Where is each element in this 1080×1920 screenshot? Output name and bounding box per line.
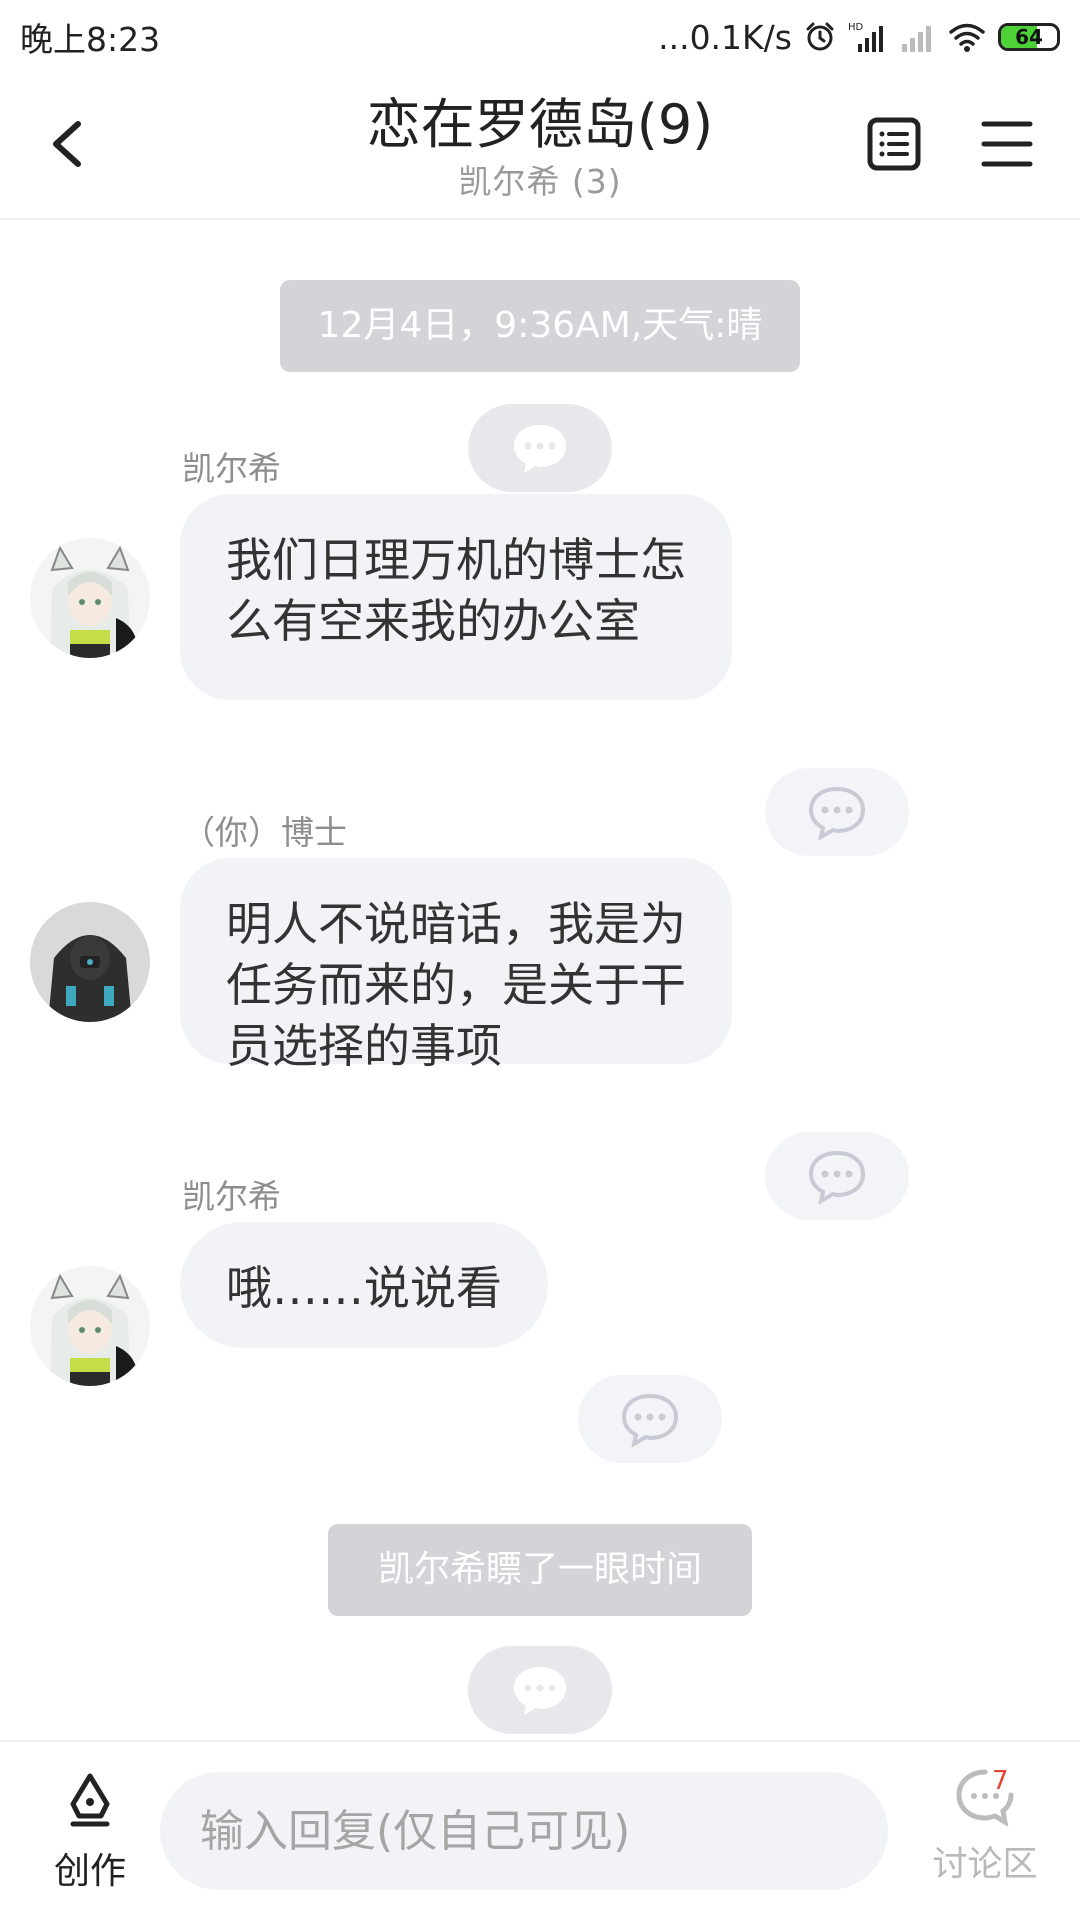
discussion-count-badge: 7 [992, 1766, 1009, 1796]
create-label: 创作 [53, 1851, 126, 1892]
avatar-doctor[interactable] [30, 902, 150, 1022]
page-subtitle: 凯尔希 (3) [458, 162, 622, 201]
avatar-kaltsit[interactable] [30, 538, 150, 658]
avatar-image [30, 902, 150, 1022]
status-left: 晚上8:23 [20, 13, 160, 61]
create-button[interactable]: 创作 [40, 1772, 140, 1902]
back-arrow-icon [53, 121, 81, 167]
back-button[interactable] [40, 114, 100, 174]
comment-button[interactable] [468, 1646, 612, 1734]
chat-area[interactable]: 12月4日，9:36AM,天气:晴 凯尔希 我们日理万机的博士怎么有空来我的办公… [0, 220, 1080, 1740]
sender-name: 凯尔希 [182, 1177, 281, 1216]
system-message-time: 12月4日，9:36AM,天气:晴 [280, 280, 800, 372]
menu-button[interactable] [980, 118, 1036, 170]
message-bubble[interactable]: 我们日理万机的博士怎么有空来我的办公室 [180, 494, 732, 700]
system-message-narration: 凯尔希瞟了一眼时间 [328, 1524, 752, 1616]
message-bubble[interactable]: 哦……说说看 [180, 1222, 548, 1348]
comment-icon [621, 1393, 679, 1447]
battery-level: 64 [1015, 25, 1043, 49]
message-comment-button[interactable] [765, 1132, 909, 1220]
sender-name: 凯尔希 [182, 449, 281, 488]
signal-icon [902, 26, 931, 52]
title-block: 恋在罗德岛(9) 凯尔希 (3) [240, 90, 840, 204]
sender-name: （你）博士 [182, 813, 347, 852]
status-bar: 晚上8:23 ...0.1K/s HD 64 [0, 0, 1080, 74]
pen-nib-icon [70, 1773, 110, 1827]
comment-icon [808, 1150, 866, 1204]
message-comment-button[interactable] [765, 768, 909, 856]
bottom-bar: 创作 7 讨论区 [0, 1740, 1080, 1920]
discussion-button[interactable]: 7 讨论区 [920, 1766, 1050, 1906]
alarm-icon [806, 22, 834, 51]
avatar-image [30, 1266, 150, 1386]
svg-text:HD: HD [848, 22, 864, 33]
avatar-image [30, 538, 150, 658]
reply-input[interactable] [160, 1772, 888, 1890]
status-right: ...0.1K/s HD 64 [658, 18, 1060, 57]
comment-button[interactable] [468, 404, 612, 492]
comment-icon [514, 1667, 566, 1715]
message-bubble[interactable]: 明人不说暗话，我是为任务而来的，是关于干员选择的事项 [180, 858, 732, 1073]
comment-icon [808, 786, 866, 840]
list-button[interactable] [866, 116, 922, 172]
chat-header: 恋在罗德岛(9) 凯尔希 (3) [0, 74, 1080, 220]
wifi-icon [949, 23, 985, 52]
battery-icon: 64 [998, 23, 1060, 51]
menu-icon [981, 121, 1033, 167]
hd-signal-icon: HD [848, 22, 883, 52]
avatar-kaltsit[interactable] [30, 1266, 150, 1386]
page-title: 恋在罗德岛(9) [366, 93, 714, 156]
message-comment-button[interactable] [578, 1375, 722, 1463]
discussion-label: 讨论区 [932, 1845, 1038, 1885]
status-time: 晚上8:23 [20, 20, 161, 59]
network-speed: ...0.1K/s [658, 17, 792, 57]
list-icon [867, 117, 921, 171]
comment-icon [514, 425, 566, 473]
